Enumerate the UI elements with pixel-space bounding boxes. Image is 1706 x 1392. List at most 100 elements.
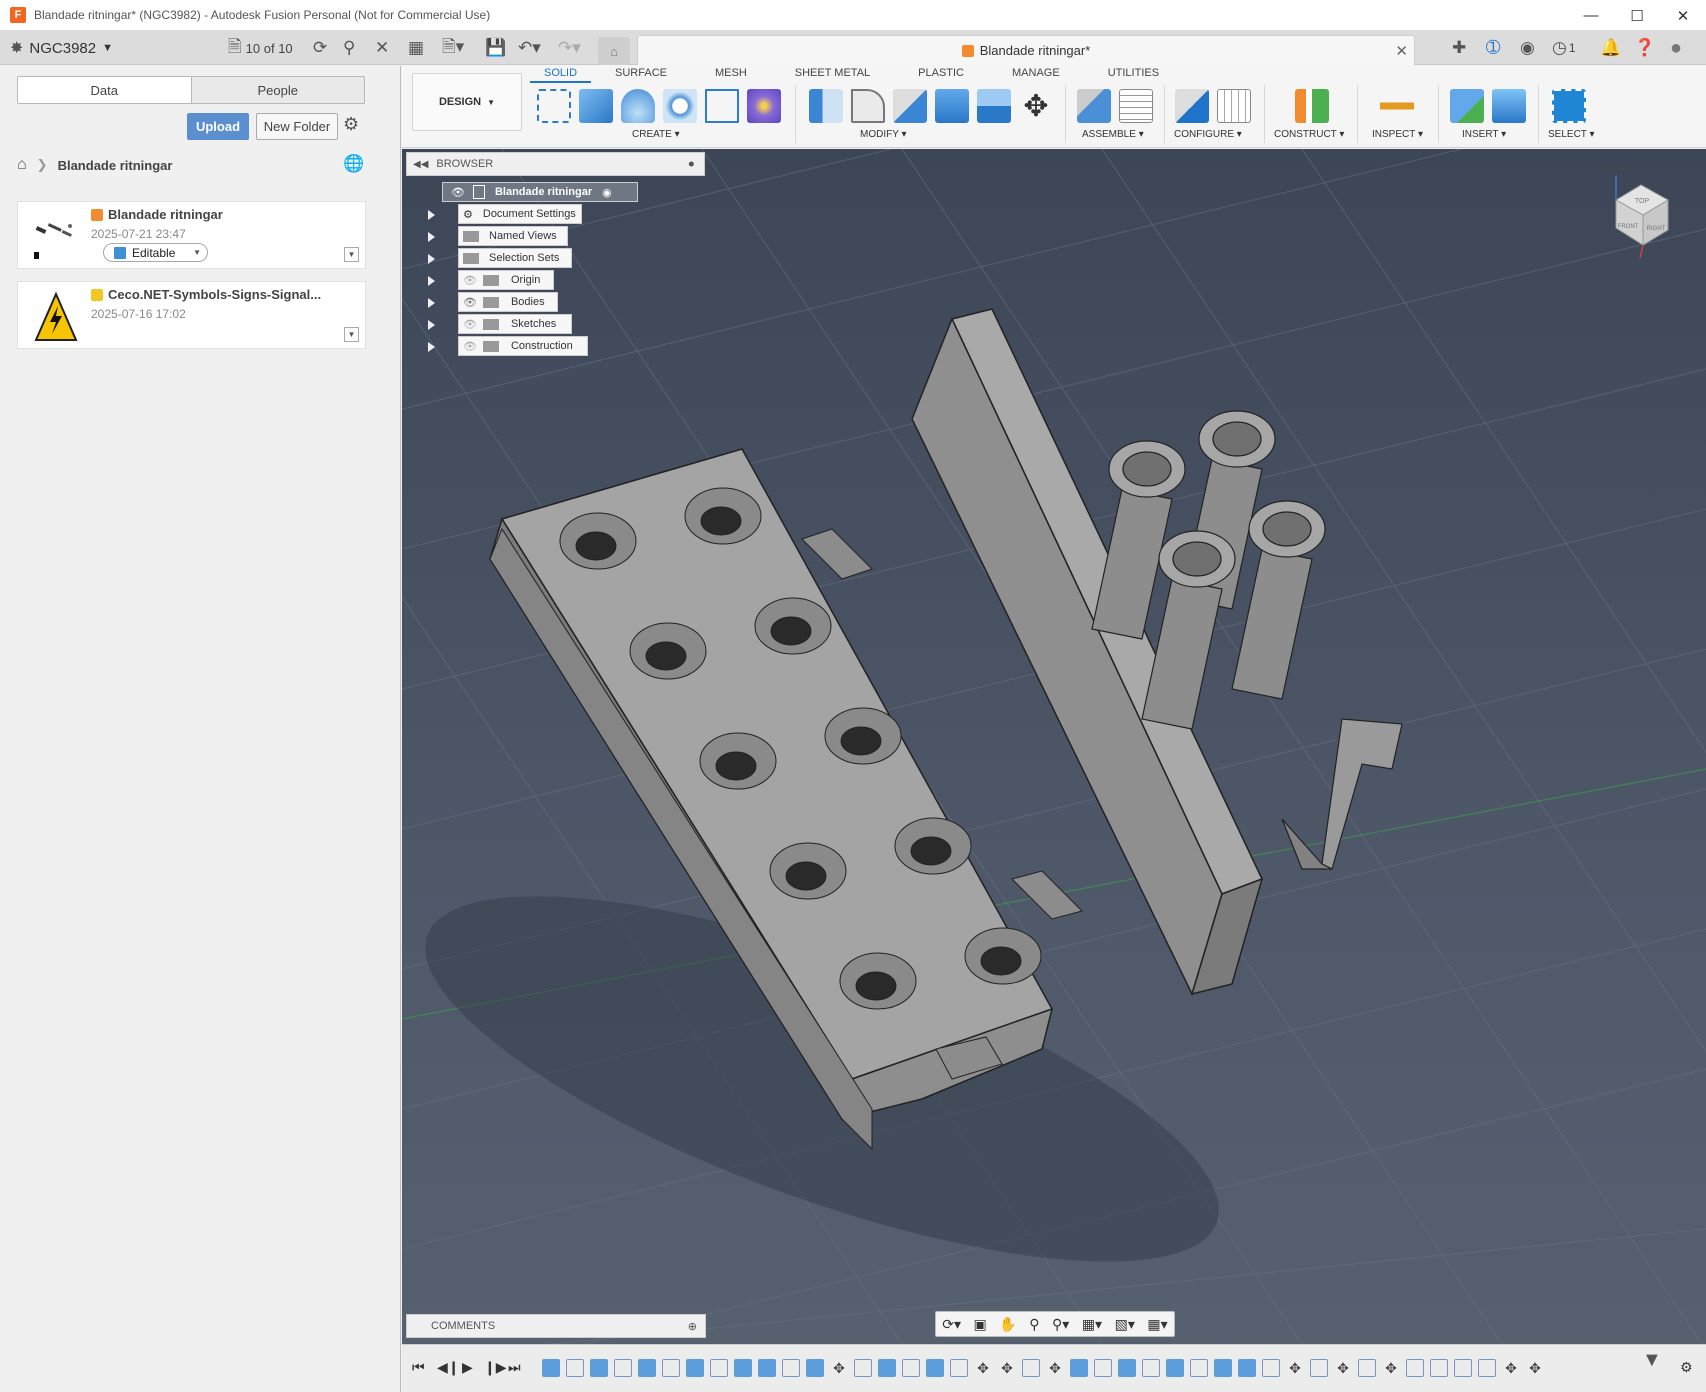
timeline-start-icon[interactable]: ⏮ — [412, 1359, 425, 1376]
split-body-icon[interactable] — [977, 89, 1011, 123]
model-canvas[interactable] — [402, 149, 1706, 1344]
status-dropdown[interactable]: Editable ▼ — [103, 243, 208, 262]
timeline-feature-extrude[interactable] — [1214, 1359, 1232, 1377]
timeline-feature-sketch[interactable] — [854, 1359, 872, 1377]
tab-plastic[interactable]: PLASTIC — [894, 67, 988, 83]
combine-icon[interactable] — [935, 89, 969, 123]
browser-item-construction[interactable]: 👁 Construction — [458, 336, 588, 356]
timeline-feature-sketch[interactable] — [1190, 1359, 1208, 1377]
file-options-dropdown[interactable]: ▼ — [344, 327, 359, 342]
upload-button[interactable]: Upload — [187, 113, 249, 140]
insert-canvas-icon[interactable] — [1492, 89, 1526, 123]
online-status-icon[interactable]: ◉ — [1520, 31, 1535, 65]
measure-icon[interactable] — [1380, 89, 1414, 123]
form-icon[interactable] — [747, 89, 781, 123]
expand-icon[interactable] — [428, 210, 435, 220]
timeline-feature-extrude[interactable] — [734, 1359, 752, 1377]
zoom-icon[interactable]: ⚲ — [1029, 1316, 1039, 1333]
redo-icon[interactable]: ↷▾ — [558, 31, 581, 65]
timeline-feature-sketch[interactable] — [1358, 1359, 1376, 1377]
eye-icon[interactable]: 👁 — [451, 186, 465, 199]
versions-indicator[interactable]: 🗎 10 of 10 — [228, 31, 293, 65]
view-cube[interactable]: TOP FRONT RIGHT — [1606, 170, 1676, 260]
job-status[interactable]: ◷ 1 — [1552, 31, 1576, 65]
browser-item-sketches[interactable]: 👁 Sketches — [458, 314, 572, 334]
help-icon[interactable]: ❓ — [1634, 31, 1655, 65]
timeline-feature-sketch[interactable] — [1094, 1359, 1112, 1377]
timeline-feature-revolve[interactable] — [926, 1359, 944, 1377]
3d-viewport[interactable] — [402, 149, 1706, 1344]
configuration-table-icon[interactable] — [1217, 89, 1251, 123]
timeline-feature-sketch[interactable] — [1430, 1359, 1448, 1377]
timeline-feature-sketch[interactable] — [566, 1359, 584, 1377]
timeline-feature-extrude[interactable] — [1238, 1359, 1256, 1377]
close-tab-icon[interactable]: ✕ — [1395, 42, 1408, 60]
timeline-feature-extrude[interactable] — [1070, 1359, 1088, 1377]
timeline-feature-move[interactable]: ✥ — [1526, 1359, 1544, 1377]
timeline-feature-sketch[interactable] — [902, 1359, 920, 1377]
timeline-feature-move[interactable]: ✥ — [974, 1359, 992, 1377]
timeline-feature-sketch[interactable] — [1310, 1359, 1328, 1377]
timeline-feature-extrude[interactable] — [590, 1359, 608, 1377]
timeline-feature-extrude[interactable] — [1118, 1359, 1136, 1377]
joint-table-icon[interactable] — [1119, 89, 1153, 123]
press-pull-icon[interactable] — [809, 89, 843, 123]
timeline-feature-extrude[interactable] — [1166, 1359, 1184, 1377]
save-icon[interactable]: 💾 — [485, 31, 506, 65]
revolve-icon[interactable] — [621, 89, 655, 123]
tab-mesh[interactable]: MESH — [691, 67, 771, 83]
timeline-feature-sketch[interactable] — [710, 1359, 728, 1377]
orbit-icon[interactable]: ⟳▾ — [942, 1316, 961, 1333]
team-selector[interactable]: ✸ NGC3982 ▼ — [10, 31, 113, 65]
new-folder-button[interactable]: New Folder — [256, 113, 338, 140]
close-icon[interactable]: ✕ — [1660, 0, 1706, 31]
look-at-icon[interactable]: ▣ — [974, 1316, 987, 1333]
eye-hidden-icon[interactable]: 👁 — [463, 274, 477, 287]
document-tab[interactable]: Blandade ritningar* ✕ — [637, 35, 1415, 65]
expand-icon[interactable] — [428, 298, 435, 308]
browser-item-bodies[interactable]: 👁 Bodies — [458, 292, 558, 312]
timeline-feature-move[interactable]: ✥ — [1286, 1359, 1304, 1377]
insert-menu[interactable]: INSERT ▾ — [1462, 129, 1506, 140]
timeline-feature-sketch[interactable] — [1454, 1359, 1472, 1377]
close-panel-icon[interactable]: ✕ — [375, 31, 389, 65]
construct-menu[interactable]: CONSTRUCT ▾ — [1274, 129, 1344, 140]
browser-root-node[interactable]: 👁 Blandade ritningar ◉ — [442, 182, 638, 202]
timeline-end-icon[interactable]: ⏭ — [508, 1359, 521, 1376]
maximize-icon[interactable]: ☐ — [1614, 0, 1660, 31]
create-menu[interactable]: CREATE ▾ — [632, 129, 680, 140]
add-comment-icon[interactable]: ⊕ — [688, 1320, 697, 1333]
timeline-feature-sketch[interactable] — [662, 1359, 680, 1377]
timeline-feature-extrude[interactable] — [758, 1359, 776, 1377]
expand-icon[interactable] — [428, 320, 435, 330]
bell-icon[interactable]: 🔔 — [1600, 31, 1621, 65]
timeline-feature-extrude[interactable] — [686, 1359, 704, 1377]
refresh-icon[interactable]: ⟳ — [313, 31, 327, 65]
file-card-blandade[interactable]: Blandade ritningar 2025-07-21 23:47 Edit… — [17, 201, 366, 269]
timeline-feature-move[interactable]: ✥ — [1046, 1359, 1064, 1377]
timeline-feature-sketch[interactable] — [1142, 1359, 1160, 1377]
timeline-feature-sketch[interactable] — [614, 1359, 632, 1377]
timeline-marker-icon[interactable]: ▼ — [1642, 1349, 1662, 1372]
extrude-icon[interactable] — [579, 89, 613, 123]
undo-icon[interactable]: ↶▾ — [518, 31, 541, 65]
eye-hidden-icon[interactable]: 👁 — [463, 340, 477, 353]
insert-derive-icon[interactable] — [1450, 89, 1484, 123]
fit-icon[interactable]: ⚲▾ — [1052, 1316, 1069, 1333]
offset-plane-icon[interactable] — [1295, 89, 1329, 123]
workspace-switcher[interactable]: DESIGN ▼ — [412, 73, 522, 131]
tab-utilities[interactable]: UTILITIES — [1084, 67, 1183, 83]
new-tab-icon[interactable]: ✚ — [1452, 31, 1466, 65]
breadcrumb-project[interactable]: Blandade ritningar — [58, 158, 173, 173]
hole-icon[interactable] — [663, 89, 697, 123]
select-icon[interactable] — [1552, 89, 1586, 123]
timeline-feature-move[interactable]: ✥ — [830, 1359, 848, 1377]
globe-icon[interactable]: 🌐 — [343, 154, 364, 174]
comments-panel[interactable]: COMMENTS ⊕ — [406, 1314, 706, 1338]
timeline-forward-icon[interactable]: ❙▶ — [484, 1359, 507, 1376]
home-tab-icon[interactable]: ⌂ — [598, 37, 630, 65]
timeline-feature-sketch[interactable] — [1022, 1359, 1040, 1377]
configure-icon[interactable] — [1175, 89, 1209, 123]
home-icon[interactable]: ⌂ — [17, 156, 27, 174]
tab-people[interactable]: People — [192, 77, 365, 103]
